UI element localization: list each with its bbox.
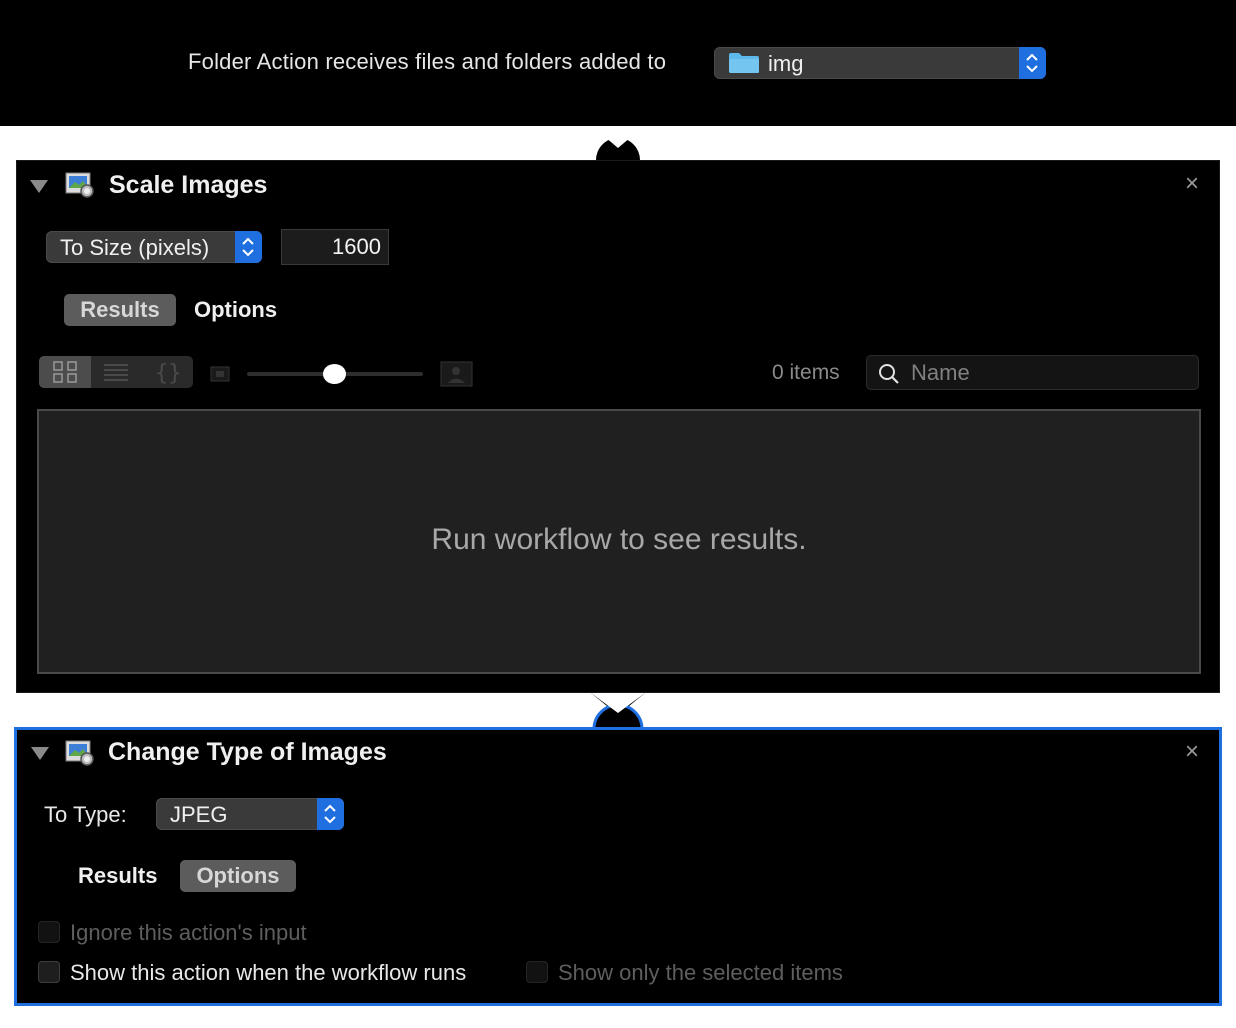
disclosure-triangle-icon[interactable]: [31, 747, 49, 760]
size-input[interactable]: 1600: [281, 229, 389, 265]
folder-action-label: Folder Action receives files and folders…: [188, 49, 667, 74]
slider-knob[interactable]: [323, 364, 346, 384]
action-title: Change Type of Images: [108, 738, 387, 766]
results-area: Run workflow to see results.: [37, 409, 1201, 674]
scale-mode-stepper[interactable]: [235, 231, 262, 263]
large-thumbnail-icon: [440, 361, 473, 392]
list-view-button[interactable]: [91, 356, 141, 388]
search-field[interactable]: [866, 355, 1199, 390]
preview-app-icon: [64, 170, 96, 205]
tab-results[interactable]: Results: [64, 294, 176, 326]
ignore-input-checkbox[interactable]: [38, 921, 60, 943]
close-icon[interactable]: ×: [1185, 172, 1199, 196]
workflow-header: Folder Action receives files and folders…: [0, 0, 1236, 126]
search-input[interactable]: [909, 359, 1183, 387]
scale-mode-value: To Size (pixels): [60, 235, 210, 260]
close-icon[interactable]: ×: [1185, 740, 1199, 764]
action-title: Scale Images: [109, 171, 268, 199]
show-selected-label: Show only the selected items: [558, 960, 843, 985]
scale-images-action: Scale Images × To Size (pixels) 1600 Res…: [16, 160, 1220, 693]
svg-text:{}: {}: [155, 361, 182, 386]
folder-icon: [728, 52, 760, 79]
image-type-popup[interactable]: JPEG: [156, 798, 344, 830]
to-type-label: To Type:: [44, 802, 127, 827]
view-mode-segmented: {}: [39, 356, 193, 388]
tab-options[interactable]: Options: [194, 294, 277, 326]
show-selected-checkbox[interactable]: [526, 961, 548, 983]
image-type-stepper[interactable]: [317, 798, 344, 830]
code-view-button[interactable]: {}: [142, 356, 193, 388]
image-type-value: JPEG: [170, 802, 228, 827]
scale-mode-popup[interactable]: To Size (pixels): [46, 231, 262, 263]
folder-popup-stepper[interactable]: [1019, 47, 1046, 79]
disclosure-triangle-icon[interactable]: [30, 180, 48, 193]
preview-app-icon: [64, 738, 96, 773]
folder-popup-value: img: [768, 51, 804, 76]
results-placeholder-text: Run workflow to see results.: [431, 523, 807, 556]
change-type-action: Change Type of Images × To Type: JPEG Re…: [14, 727, 1222, 1006]
show-action-checkbox[interactable]: [38, 961, 60, 983]
search-icon: [878, 363, 900, 390]
folder-popup[interactable]: img: [714, 47, 1046, 79]
items-count: 0 items: [772, 361, 840, 384]
icon-view-button[interactable]: [39, 356, 91, 388]
ignore-input-label: Ignore this action's input: [70, 920, 307, 945]
tab-options[interactable]: Options: [180, 860, 296, 892]
tab-results[interactable]: Results: [78, 860, 157, 892]
show-action-label: Show this action when the workflow runs: [70, 960, 467, 985]
small-thumbnail-icon: [210, 366, 230, 387]
